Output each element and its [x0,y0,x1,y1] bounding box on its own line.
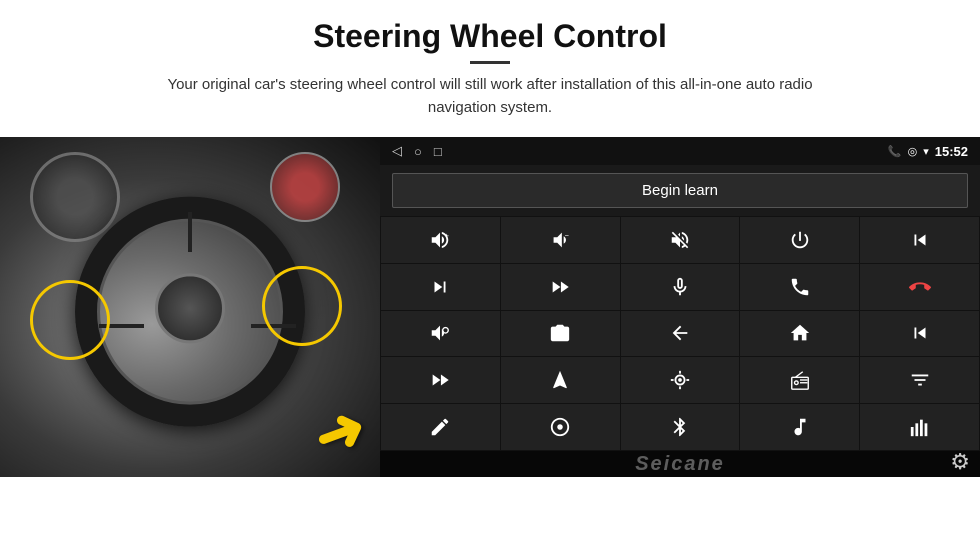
android-head-unit: ◁ ○ □ 📞 ◎ ▾ 15:52 Begin learn + [380,137,980,477]
control-grid: + − [380,216,980,451]
spoke-top [188,212,192,252]
hang-up-button[interactable] [860,264,979,310]
pen-button[interactable] [381,404,500,450]
camera-360-button[interactable]: 360° [501,311,620,357]
settings-gear-icon[interactable]: ⚙ [950,449,970,475]
svg-text:+: + [445,231,449,240]
rewind-button[interactable] [860,311,979,357]
equalizer-button[interactable] [860,357,979,403]
microphone-button[interactable] [621,264,740,310]
call-button[interactable] [740,264,859,310]
prev-track-button[interactable] [860,217,979,263]
seicane-watermark: Seicane [635,453,725,476]
back-button[interactable] [621,311,740,357]
mute-button[interactable] [621,217,740,263]
vol-up-button[interactable]: + [381,217,500,263]
fast-forward-button[interactable] [381,357,500,403]
back-nav-icon[interactable]: ◁ [392,143,402,159]
status-bar-nav: ◁ ○ □ [392,143,442,159]
arrow-indicator: ➜ [304,391,375,474]
watermark-bar: Seicane ⚙ [380,451,980,477]
wifi-icon: ▾ [923,145,929,158]
steering-wheel-image: ➜ [0,137,380,477]
title-divider [470,61,510,64]
vol-down-button[interactable]: − [501,217,620,263]
begin-learn-row: Begin learn [380,165,980,216]
begin-learn-button[interactable]: Begin learn [392,173,968,208]
home-button[interactable] [740,311,859,357]
next-track-button[interactable] [381,264,500,310]
speedometer-right [270,152,340,222]
phone-signal-icon: 📞 [888,145,902,158]
highlight-circle-right [262,266,342,346]
settings-button[interactable] [501,404,620,450]
clock-display: 15:52 [935,144,968,159]
source-button[interactable] [621,357,740,403]
audio-bars-button[interactable] [860,404,979,450]
header-section: Steering Wheel Control Your original car… [0,0,980,129]
horn-button[interactable] [381,311,500,357]
ff-skip-button[interactable] [501,264,620,310]
power-button[interactable] [740,217,859,263]
location-icon: ◎ [908,145,918,158]
navigation-button[interactable] [501,357,620,403]
highlight-circle-left [30,280,110,360]
bluetooth-button[interactable] [621,404,740,450]
status-bar-info: 📞 ◎ ▾ 15:52 [888,144,968,159]
svg-text:360°: 360° [557,337,567,342]
speedometer-left [30,152,120,242]
steering-wheel-center [155,273,225,343]
music-button[interactable] [740,404,859,450]
status-bar: ◁ ○ □ 📞 ◎ ▾ 15:52 [380,137,980,165]
svg-text:−: − [565,231,569,240]
content-row: ➜ ◁ ○ □ 📞 ◎ ▾ 15:52 Begin [0,137,980,548]
home-nav-icon[interactable]: ○ [414,144,422,159]
radio-button[interactable] [740,357,859,403]
subtitle-text: Your original car's steering wheel contr… [140,74,840,119]
recents-nav-icon[interactable]: □ [434,144,442,159]
page-title: Steering Wheel Control [60,18,920,55]
